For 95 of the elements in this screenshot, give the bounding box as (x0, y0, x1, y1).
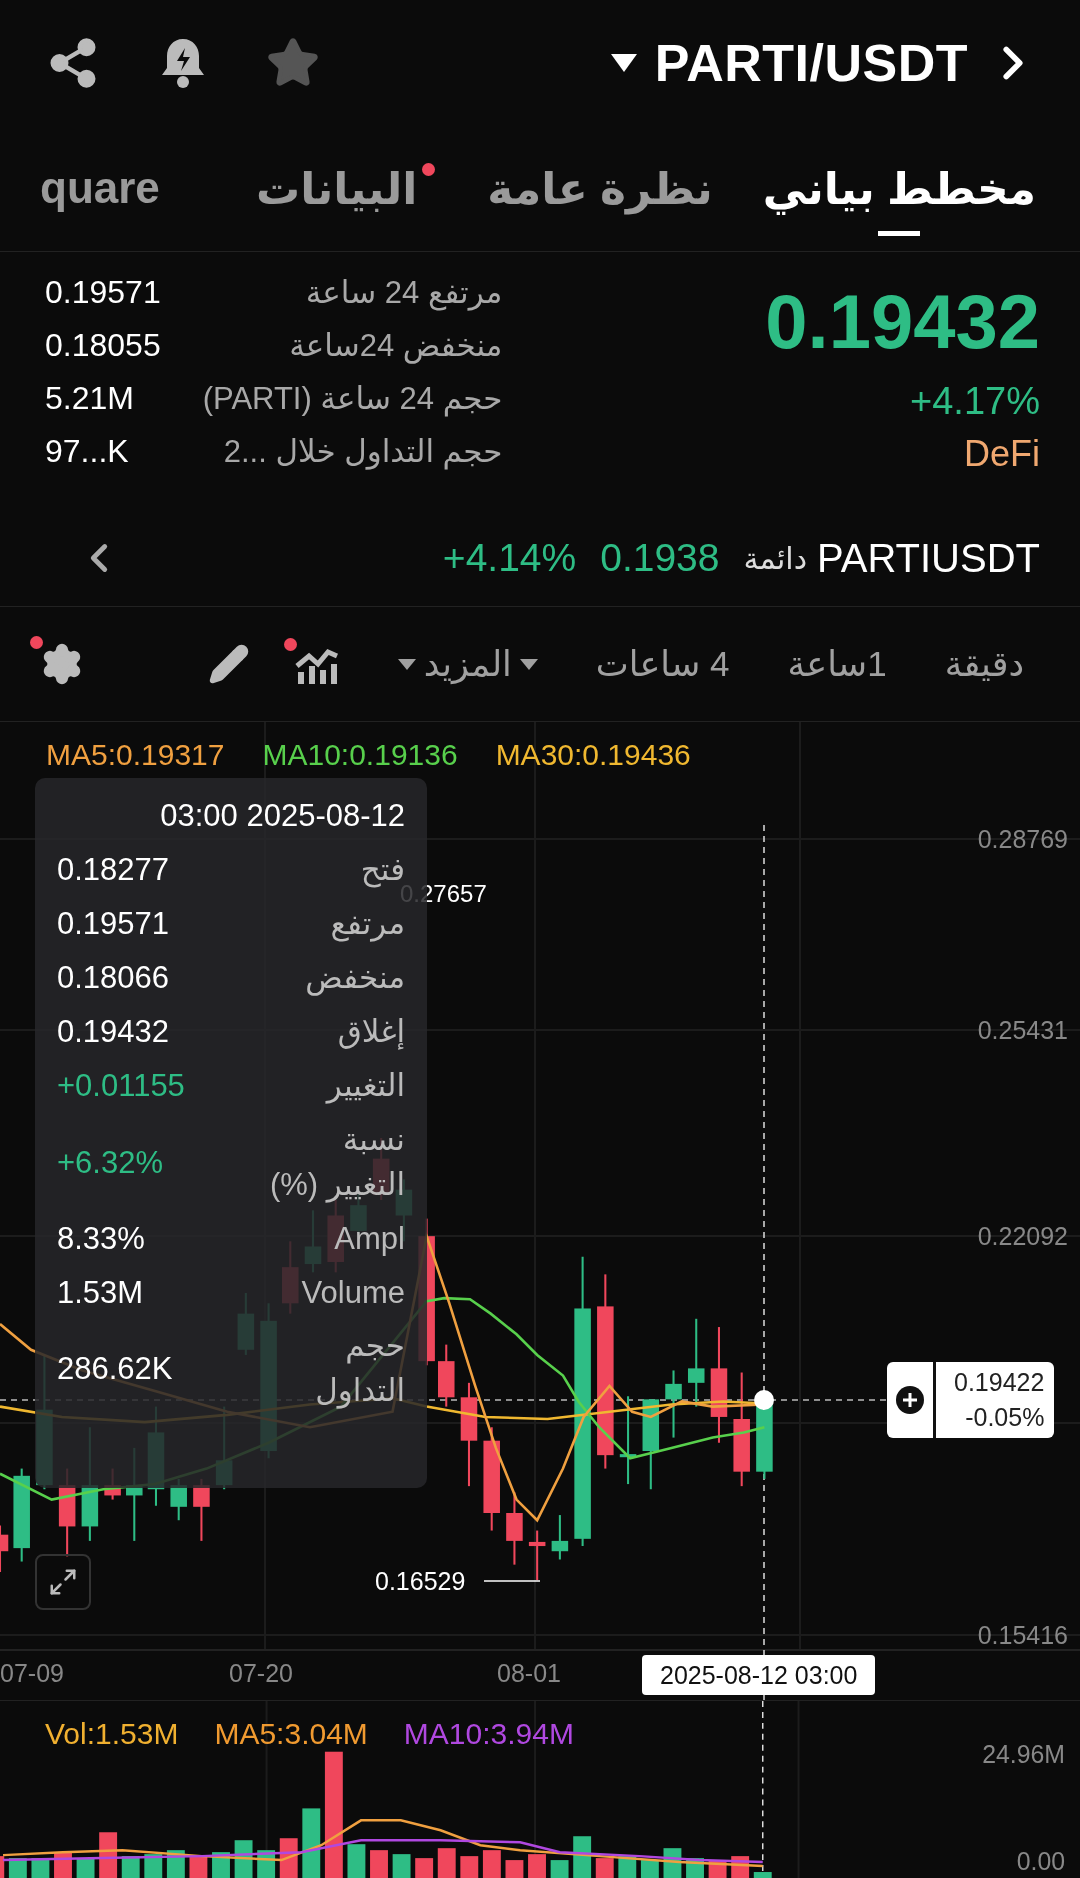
perpetual-price: 0.1938 (600, 536, 720, 580)
tab-underline (878, 230, 921, 236)
caret-down-icon (397, 658, 416, 670)
volume-bar (0, 1856, 5, 1878)
interval-tab[interactable]: 4 ساعات (595, 644, 730, 684)
tooltip-value: 0.19571 (57, 906, 171, 943)
stat-label: حجم 24 ساعة (PARTI) (202, 380, 503, 417)
tooltip-label: حجم التداول (314, 1327, 405, 1411)
perpetual-symbol[interactable]: PARTIUSDT (817, 535, 1040, 581)
last-price: 0.19432 (765, 284, 1040, 360)
tooltip-label: التغيير (324, 1066, 405, 1106)
tooltip-value: 0.18066 (57, 960, 171, 997)
volume-bar (753, 1872, 772, 1878)
stat-label: منخفض 24ساعة (288, 327, 503, 364)
volume-bar (550, 1860, 569, 1878)
expand-icon (48, 1567, 78, 1597)
axis-label: 0.25431 (977, 1016, 1068, 1044)
caret-down-icon (519, 658, 538, 670)
volume-bar (189, 1856, 208, 1878)
stat-value: 5.21M (45, 380, 135, 417)
tooltip-value: 8.33% (57, 1221, 146, 1258)
ma-legend: MA5:0.19317 (46, 738, 225, 772)
interval-tab[interactable]: 1ساعة (787, 644, 887, 684)
perpetual-change: +4.14% (442, 536, 577, 580)
pencil-icon[interactable] (207, 643, 250, 685)
tooltip-value: 0.18277 (57, 852, 171, 889)
candle (551, 1515, 569, 1560)
candle (438, 1344, 455, 1407)
plus-icon (896, 1386, 924, 1414)
axis-label: 07-09 (0, 1659, 64, 1687)
volume-legend: Vol:1.53M (45, 1717, 179, 1751)
tooltip-label: منخفض (304, 958, 405, 998)
caret-down-icon[interactable] (610, 53, 637, 72)
tooltip-value: 286.62K (57, 1351, 174, 1388)
volume-bar (460, 1856, 479, 1878)
volume-bar (99, 1832, 118, 1878)
axis-label: 0.28769 (977, 825, 1068, 853)
perpetual-tag: دائمة (743, 540, 807, 576)
pair-title[interactable]: PARTI/USDT (654, 32, 968, 93)
tooltip-value: +0.01155 (57, 1068, 186, 1105)
stat-value: 0.18055 (45, 327, 161, 364)
stat-value: 97...K (45, 433, 130, 470)
axis-label: 0.00 (1016, 1848, 1066, 1876)
volume-legend: MA10:3.94M (403, 1717, 574, 1751)
stat-value: 0.19571 (45, 274, 161, 311)
volume-bar (595, 1858, 614, 1878)
tab[interactable]: البيانات (256, 152, 438, 224)
volume-bar (370, 1850, 388, 1878)
tab[interactable]: مخطط بياني (762, 152, 1036, 224)
tooltip-time: 03:00 2025-08-12 (159, 798, 405, 834)
volume-bar (528, 1854, 546, 1878)
price-change: +4.17% (910, 380, 1040, 423)
volume-bar (505, 1860, 524, 1878)
tooltip-label: Volume (300, 1273, 405, 1312)
axis-label: 0.22092 (977, 1222, 1068, 1250)
volume-bar (415, 1858, 434, 1878)
tab[interactable]: نظرة عامة (487, 152, 713, 224)
tooltip-label: مرتفع (329, 904, 405, 944)
volume-bar (573, 1836, 592, 1878)
axis-label: 08-01 (497, 1659, 561, 1687)
candle (665, 1370, 682, 1438)
tooltip-label: إغلاق (336, 1012, 405, 1052)
stat-label: حجم التداول خلال ...2 (222, 433, 503, 470)
tooltip-label: نسبة التغيير (%) (269, 1120, 405, 1205)
marker-change: -0.05% (965, 1403, 1045, 1432)
tooltip-label: فتح (359, 851, 405, 888)
sector-tag[interactable]: DeFi (964, 433, 1040, 475)
marker-price: 0.19422 (954, 1368, 1045, 1397)
volume-bar (347, 1844, 366, 1878)
candle (0, 1525, 9, 1572)
volume-bar (302, 1808, 321, 1878)
volume-bar (76, 1858, 95, 1878)
cursor-date: 2025-08-12 03:00 (642, 1655, 876, 1695)
more-dropdown[interactable]: المزيد (397, 644, 538, 684)
volume-bar (144, 1854, 163, 1878)
volume-bar (482, 1850, 501, 1878)
cursor-point[interactable] (754, 1390, 774, 1410)
volume-legend: MA5:3.04M (214, 1717, 368, 1751)
tab[interactable]: quare (40, 153, 160, 223)
tooltip-label: Ampl (333, 1219, 405, 1258)
expand-button[interactable] (35, 1554, 91, 1610)
axis-label: 24.96M (982, 1740, 1066, 1768)
ma-legend: MA30:0.19436 (495, 738, 691, 772)
tooltip-value: 0.19432 (57, 1014, 171, 1051)
volume-bar (640, 1860, 659, 1878)
ma-legend: MA10:0.19136 (262, 738, 458, 772)
stat-label: مرتفع 24 ساعة (304, 274, 503, 311)
tooltip-value: 1.53M (57, 1274, 145, 1311)
tooltip-value: +6.32% (57, 1144, 164, 1181)
axis-label: 0.15416 (977, 1621, 1068, 1649)
volume-bar (437, 1848, 456, 1878)
axis-label: 07-20 (229, 1659, 293, 1687)
volume-bar (392, 1854, 411, 1878)
candle (528, 1530, 546, 1581)
interval-tab[interactable]: دقيقة (944, 644, 1024, 684)
